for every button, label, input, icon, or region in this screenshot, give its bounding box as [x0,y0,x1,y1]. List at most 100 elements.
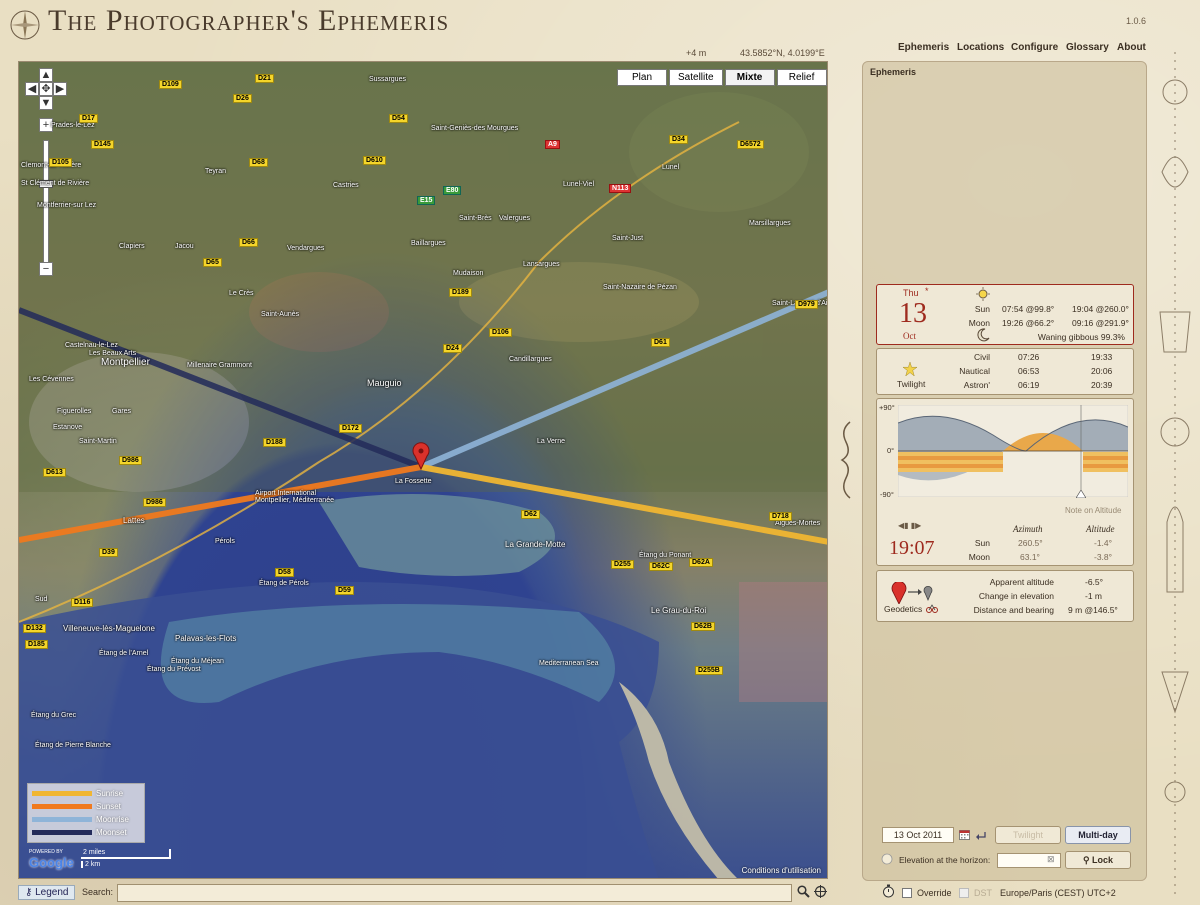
moon-icon [977,328,990,342]
place-label: Étang du Méjean [171,658,224,665]
key-icon: ⚷ [25,887,36,898]
map-type-relief[interactable]: Relief [776,69,827,86]
sun-altitude-value: -1.4° [1094,538,1113,548]
altitude-zero-label: 0° [887,446,895,455]
twilight-civil-label: Civil [973,352,990,362]
clear-input-icon[interactable]: ⊠ [1047,854,1055,865]
road-badge: D54 [389,114,408,123]
timezone-label: Europe/Paris (CEST) UTC+2 [1000,888,1116,898]
lock-button[interactable]: ⚲ Lock [1065,851,1131,869]
scale-bar: POWERED BY Google 2 miles 2 km [29,849,171,870]
road-badge: D172 [339,424,362,433]
place-label: Saint-Nazaire de Pézan [603,284,677,291]
pin-icon: ⚲ [1082,855,1093,865]
distance-bearing-value: 9 m @146.5° [1068,605,1118,615]
pan-center-icon[interactable]: ✥ [39,82,53,96]
place-label: Montpellier [101,357,150,368]
panel-title: Ephemeris [870,67,917,77]
place-label: Mudaison [453,270,484,277]
dst-checkbox[interactable] [959,888,969,898]
place-label: Les Cévennes [29,376,74,383]
moon-row-label: Moon [968,552,990,562]
legend-swatch [32,830,92,835]
time-step-arrows-icon[interactable]: ◀▮ ▮▶ [898,521,921,530]
pan-left-icon[interactable]: ◀ [25,82,39,96]
pan-up-icon[interactable]: ▲ [39,68,53,82]
moon-altitude-value: -3.8° [1094,552,1113,562]
decorative-engraving-icon [1159,52,1191,897]
legend-swatch [32,804,92,809]
pan-down-icon[interactable]: ▼ [39,96,53,110]
asterisk-icon: * [925,286,929,296]
place-label: Villeneuve-lès-Maguelone [63,624,155,633]
altitude-chart[interactable] [898,405,1128,497]
sunset-value: 19:04 @260.0° [1072,304,1129,314]
road-badge: D718 [769,512,792,521]
nav-locations[interactable]: Locations [957,42,1004,53]
bicycle-icon[interactable] [926,603,938,613]
map-type-mixte[interactable]: Mixte [724,69,775,86]
legend-button[interactable]: ⚷ Legend [18,885,76,900]
search-icon[interactable] [797,885,810,898]
place-label: Étang du Grec [31,712,77,719]
reset-date-icon[interactable] [975,830,987,840]
date-input[interactable]: 13 Oct 2011 [882,827,954,843]
calendar-icon[interactable] [959,829,970,840]
place-label: Lunel-Viel [563,181,595,188]
apparent-altitude-label: Apparent altitude [989,577,1054,587]
nav-configure[interactable]: Configure [1011,42,1058,53]
map-view[interactable]: ▲ ◀ ✥ ▶ ▼ + − Plan Satellite Mixte Relie… [18,61,828,879]
place-label: Le Crès [229,290,254,297]
road-badge: D106 [489,328,512,337]
road-badge: D145 [91,140,114,149]
horizon-radio-icon[interactable] [881,853,893,865]
place-label: Les Beaux Arts [89,350,137,357]
road-badge: D59 [335,586,354,595]
nav-glossary[interactable]: Glossary [1066,42,1109,53]
place-label: Montferrier-sur Lez [37,202,97,209]
place-label: Aigues-Mortes [775,520,821,527]
road-badge: D66 [239,238,258,247]
lagoon-area [319,494,555,576]
zoom-out-button[interactable]: − [39,262,53,276]
apparent-altitude-value: -6.5° [1085,577,1104,587]
land-texture [19,62,827,492]
road-badge: D6572 [737,140,764,149]
road-badge: D986 [119,456,142,465]
time-slider-handle-icon[interactable] [1076,490,1086,498]
map-type-satellite[interactable]: Satellite [669,69,723,86]
twilight-nautical-pm: 20:06 [1091,366,1113,376]
moon-azimuth-value: 63.1° [1020,552,1040,562]
search-label: Search: [82,887,114,897]
place-label: Marsillargues [749,220,791,227]
date-day: 13 [899,298,927,329]
nav-ephemeris[interactable]: Ephemeris [898,42,949,53]
override-checkbox[interactable] [902,888,912,898]
place-label: Prades-le-Lez [51,122,95,129]
road-badge: D61 [651,338,670,347]
twilight-button[interactable]: Twilight [995,826,1061,844]
legend-label: Moonset [96,828,127,837]
place-label: Mediterranean Sea [539,660,599,667]
azimuth-header: Azimuth [1013,524,1043,534]
pan-right-icon[interactable]: ▶ [53,82,67,96]
search-input[interactable] [117,884,792,902]
place-label: Candillargues [509,356,552,363]
twilight-civil-pm: 19:33 [1091,352,1113,362]
map-type-plan[interactable]: Plan [617,69,667,86]
road-badge: D24 [443,344,462,353]
nav-about[interactable]: About [1117,42,1146,53]
road-badge: D610 [363,156,386,165]
sun-label: Sun [974,304,990,314]
locate-target-icon[interactable] [814,885,827,898]
multi-day-button[interactable]: Multi-day [1065,826,1131,844]
road-badge: D255 [611,560,634,569]
road-badge: D26 [233,94,252,103]
place-label: Saint-Brès [459,215,492,222]
note-on-altitude-link[interactable]: Note on Altitude [1065,506,1121,515]
terms-of-use-link[interactable]: Conditions d'utilisation [742,866,821,875]
legend-label: Sunrise [96,789,124,798]
twilight-nautical-am: 06:53 [1018,366,1040,376]
road-badge: D39 [99,548,118,557]
road-badge: D613 [43,468,66,477]
